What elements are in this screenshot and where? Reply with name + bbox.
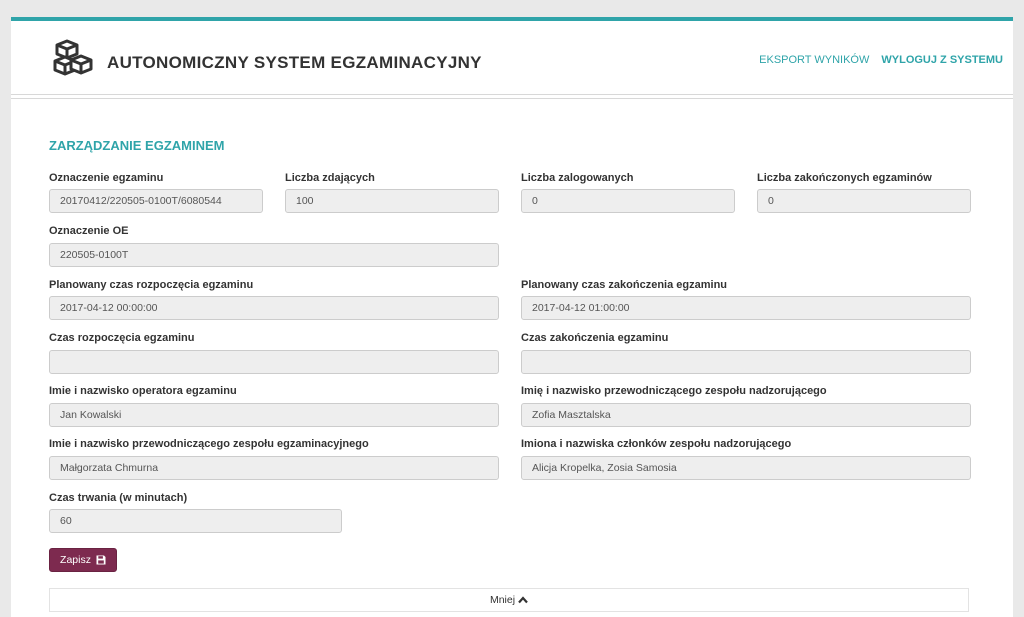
finished-label: Liczba zakończonych egzaminów [757,172,932,184]
page-container: AUTONOMICZNY SYSTEM EGZAMINACYJNY EKSPOR… [11,17,1013,617]
divider [11,98,1013,99]
section-title: ZARZĄDZANIE EGZAMINEM [49,138,225,153]
planned-start-field[interactable]: 2017-04-12 00:00:00 [49,296,499,320]
divider [11,94,1013,95]
planned-end-field[interactable]: 2017-04-12 01:00:00 [521,296,971,320]
exam-chair-field[interactable]: Małgorzata Chmurna [49,456,499,480]
supervising-members-field[interactable]: Alicja Kropelka, Zosia Samosia [521,456,971,480]
chevron-up-icon [518,596,528,604]
app-title: AUTONOMICZNY SYSTEM EGZAMINACYJNY [107,53,482,72]
supervising-chair-label: Imię i nazwisko przewodniczącego zespołu… [521,385,827,397]
planned-start-label: Planowany czas rozpoczęcia egzaminu [49,279,254,291]
exam-id-label: Oznaczenie egzaminu [49,172,164,184]
duration-field[interactable]: 60 [49,509,342,533]
end-time-field[interactable] [521,350,971,374]
operator-field[interactable]: Jan Kowalski [49,403,499,427]
end-time-label: Czas zakończenia egzaminu [521,332,669,344]
candidates-field[interactable]: 100 [285,189,499,213]
supervising-chair-field[interactable]: Zofia Masztalska [521,403,971,427]
header: AUTONOMICZNY SYSTEM EGZAMINACYJNY EKSPOR… [11,21,1013,97]
floppy-disk-icon [96,555,106,565]
logout-link[interactable]: WYLOGUJ Z SYSTEMU [881,54,1003,66]
save-button[interactable]: Zapisz [49,548,117,572]
logged-in-field[interactable]: 0 [521,189,735,213]
exam-id-field[interactable]: 20170412/220505-0100T/6080544 [49,189,263,213]
start-time-label: Czas rozpoczęcia egzaminu [49,332,195,344]
supervising-members-label: Imiona i nazwiska członków zespołu nadzo… [521,438,792,450]
operator-label: Imie i nazwisko operatora egzaminu [49,385,237,397]
save-button-label: Zapisz [60,554,91,566]
candidates-label: Liczba zdających [285,172,375,184]
exam-chair-label: Imie i nazwisko przewodniczącego zespołu… [49,438,369,450]
planned-end-label: Planowany czas zakończenia egzaminu [521,279,728,291]
logged-in-label: Liczba zalogowanych [521,172,634,184]
export-results-link[interactable]: EKSPORT WYNIKÓW [759,54,869,66]
oe-field[interactable]: 220505-0100T [49,243,499,267]
start-time-field[interactable] [49,350,499,374]
show-less-label: Mniej [489,594,516,606]
oe-label: Oznaczenie OE [49,225,129,237]
top-nav: EKSPORT WYNIKÓW WYLOGUJ Z SYSTEMU [759,54,1003,66]
show-less-toggle[interactable]: Mniej [49,588,969,612]
finished-field[interactable]: 0 [757,189,971,213]
cubes-icon [53,39,93,76]
duration-label: Czas trwania (w minutach) [49,492,188,504]
